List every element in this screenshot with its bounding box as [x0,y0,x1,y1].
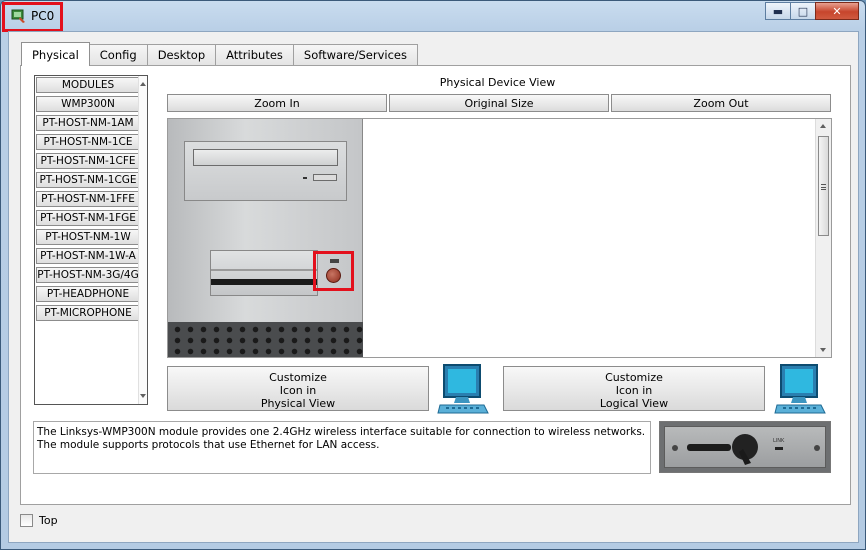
power-led [330,259,339,263]
physical-device-view-label: Physical Device View [439,76,556,89]
top-checkbox[interactable] [20,514,33,527]
close-icon: ✕ [832,4,842,18]
title-bar[interactable]: PC0 ▬ □ ✕ [1,1,865,32]
customize-logical-line1: Customize [605,371,663,384]
customize-logical-line2: Icon in [615,384,653,397]
view-scroll-up-icon[interactable] [820,124,826,128]
grip-icon [821,184,826,190]
scroll-down-icon[interactable] [140,394,146,398]
optical-drive [184,141,347,201]
floppy-drive [210,250,318,296]
logical-monitor-icon [774,364,826,414]
zoom-out-button[interactable]: Zoom Out [611,94,831,112]
top-checkbox-label: Top [39,514,58,527]
zoom-in-button[interactable]: Zoom In [167,94,387,112]
antenna-connector-icon: LINK [672,434,820,465]
tab-software-services[interactable]: Software/Services [292,44,418,65]
module-button[interactable]: PT-HOST-NM-3G/4G [36,267,140,283]
view-scrollbar[interactable] [815,119,831,357]
module-button[interactable]: PT-HOST-NM-1FFE [36,191,140,207]
modules-items: MODULES WMP300N PT-HOST-NM-1AM PT-HOST-NM-1… [36,77,140,324]
physical-monitor-icon [437,364,489,414]
module-button[interactable]: PT-HOST-NM-1W [36,229,140,245]
module-button[interactable]: PT-HEADPHONE [36,286,140,302]
device-window: PC0 ▬ □ ✕ Physical Config Desktop Attrib… [0,0,866,550]
tab-physical[interactable]: Physical [21,42,90,66]
module-button[interactable]: PT-HOST-NM-1CGE [36,172,140,188]
module-faceplate: LINK [664,426,826,468]
wmp300n-module-image: LINK [659,421,831,473]
module-description: The Linksys-WMP300N module provides one … [33,421,651,474]
module-button[interactable]: PT-HOST-NM-1AM [36,115,140,131]
module-button[interactable]: PT-HOST-NM-1W-A [36,248,140,264]
physical-tab-panel: MODULES WMP300N PT-HOST-NM-1AM PT-HOST-NM-1… [20,65,851,505]
module-button[interactable]: PT-HOST-NM-1CFE [36,153,140,169]
drive-indicator [303,177,307,179]
module-button[interactable]: PT-HOST-NM-1FGE [36,210,140,226]
power-button-icon[interactable] [326,268,341,283]
eject-button [313,174,337,181]
scroll-up-icon[interactable] [140,82,146,86]
tab-attributes[interactable]: Attributes [215,44,294,65]
module-button[interactable]: WMP300N [36,96,140,112]
power-button-highlight[interactable] [313,251,354,291]
close-button[interactable]: ✕ [815,2,859,20]
module-link-label: LINK [773,438,785,444]
view-scroll-thumb[interactable] [818,136,829,236]
zoom-controls: Zoom In Original Size Zoom Out [167,94,831,112]
top-option: Top [20,514,58,527]
minimize-icon: ▬ [772,4,784,18]
module-button[interactable]: PT-MICROPHONE [36,305,140,321]
customize-physical-view-button[interactable]: Customize Icon in Physical View [167,366,429,411]
tab-desktop[interactable]: Desktop [146,44,217,65]
original-size-button[interactable]: Original Size [389,94,609,112]
module-button[interactable]: PT-HOST-NM-1CE [36,134,140,150]
customize-physical-line1: Customize [269,371,327,384]
customize-physical-line3: Physical View [260,397,336,410]
minimize-button[interactable]: ▬ [765,2,791,20]
vent-grill [168,322,363,357]
window-controls: ▬ □ ✕ [765,2,859,21]
pc-tower-image [168,119,363,357]
floppy-drive-slot [211,279,317,285]
tab-config[interactable]: Config [88,44,148,65]
physical-device-view [167,118,832,358]
customize-logical-line3: Logical View [599,397,669,410]
modules-list: MODULES WMP300N PT-HOST-NM-1AM PT-HOST-NM-1… [34,75,148,405]
tab-bar: Physical Config Desktop Attributes Softw… [21,42,418,66]
optical-drive-tray [193,149,338,166]
modules-scrollbar[interactable] [138,76,147,404]
customize-logical-view-button[interactable]: Customize Icon in Logical View [503,366,765,411]
customize-physical-line2: Icon in [279,384,317,397]
module-button[interactable]: MODULES [36,77,140,93]
title-highlight-box [2,2,63,32]
view-scroll-down-icon[interactable] [820,348,826,352]
client-area: Physical Config Desktop Attributes Softw… [8,31,859,543]
maximize-button[interactable]: □ [790,2,816,20]
maximize-icon: □ [797,4,809,18]
floppy-drive-line [211,269,317,271]
